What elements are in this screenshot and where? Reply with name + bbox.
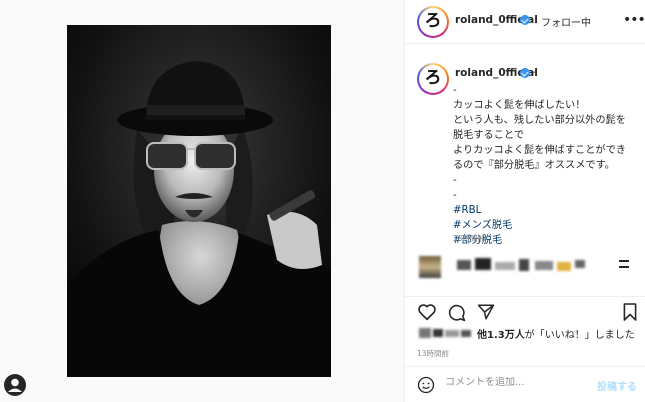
comment-icon[interactable] bbox=[447, 303, 466, 322]
post-timestamp: 13時間前 bbox=[417, 349, 450, 358]
caption-line: という人も、残したい部分以外の髭を bbox=[453, 115, 626, 126]
comment-text-blurred bbox=[495, 262, 515, 270]
caption-line: よりカッコよく髭を伸ばすことができ bbox=[453, 145, 626, 156]
comment-text-blurred bbox=[457, 260, 471, 270]
comment-text-blurred bbox=[535, 261, 553, 270]
comment-like-mark bbox=[619, 266, 629, 268]
caption-line: - bbox=[453, 175, 457, 186]
verified-badge-icon bbox=[520, 15, 530, 25]
likes-row: 他1.3万人が「いいね！」しました bbox=[405, 322, 645, 344]
caption-line: カッコよく髭を伸ばしたい！ bbox=[453, 100, 586, 111]
caption-line: 脱毛することで bbox=[453, 130, 525, 141]
commenter-avatar[interactable] bbox=[419, 256, 441, 278]
media-panel bbox=[0, 0, 404, 402]
comment-text-blurred bbox=[575, 260, 585, 268]
caption-text: - カッコよく髭を伸ばしたい！ という人も、残したい部分以外の髭を 脱毛すること… bbox=[453, 83, 641, 248]
follow-status-button[interactable]: ・フォロー中 bbox=[531, 14, 591, 29]
share-icon[interactable] bbox=[477, 303, 495, 321]
comment-text-blurred bbox=[475, 258, 491, 270]
add-comment-bar: 投稿する bbox=[405, 366, 645, 402]
liker-avatar bbox=[433, 329, 443, 337]
hashtag-link[interactable]: #メンズ脱毛 bbox=[453, 218, 641, 233]
hashtag-link[interactable]: #RBL bbox=[453, 203, 641, 218]
comment-like-mark bbox=[619, 260, 629, 262]
caption-suffix: - bbox=[532, 67, 536, 78]
caption-timestamp: 13時間前 bbox=[453, 234, 486, 243]
liker-name-blurred bbox=[445, 330, 459, 337]
post-comment-button[interactable]: 投稿する bbox=[597, 378, 637, 393]
bookmark-icon[interactable] bbox=[622, 302, 638, 322]
post-header: ろ roland_0fficial ・フォロー中 ••• bbox=[405, 0, 645, 44]
post-sidebar: ろ roland_0fficial ・フォロー中 ••• ろ roland_0f… bbox=[404, 0, 645, 402]
comment-text-blurred bbox=[519, 259, 529, 271]
heart-icon[interactable] bbox=[417, 303, 437, 321]
caption-line: るので『部分脱毛』オススメです。 bbox=[453, 160, 615, 171]
caption-verified-icon bbox=[520, 68, 530, 78]
more-icon[interactable]: ••• bbox=[623, 12, 645, 28]
avatar-glyph: ろ bbox=[424, 11, 442, 31]
profile-icon[interactable] bbox=[4, 374, 26, 396]
likes-suffix: が「いいね！」しました bbox=[524, 330, 635, 341]
avatar[interactable]: ろ bbox=[417, 6, 449, 38]
caption-line: - bbox=[453, 190, 457, 201]
caption-avatar[interactable]: ろ bbox=[417, 63, 449, 95]
likes-count[interactable]: 他1.3万人が「いいね！」しました bbox=[477, 326, 635, 341]
portrait-image bbox=[67, 25, 331, 377]
emoji-icon[interactable] bbox=[417, 376, 435, 394]
caption-line: - bbox=[453, 85, 457, 96]
likes-number[interactable]: 他1.3万人 bbox=[477, 330, 525, 341]
liker-name-blurred bbox=[461, 330, 471, 337]
comment-input[interactable] bbox=[445, 377, 575, 388]
post-photo[interactable] bbox=[67, 25, 331, 377]
comment-text-blurred bbox=[557, 262, 571, 271]
liker-avatar bbox=[419, 328, 431, 338]
comment-row bbox=[405, 250, 645, 290]
caption-avatar-glyph: ろ bbox=[424, 68, 442, 88]
